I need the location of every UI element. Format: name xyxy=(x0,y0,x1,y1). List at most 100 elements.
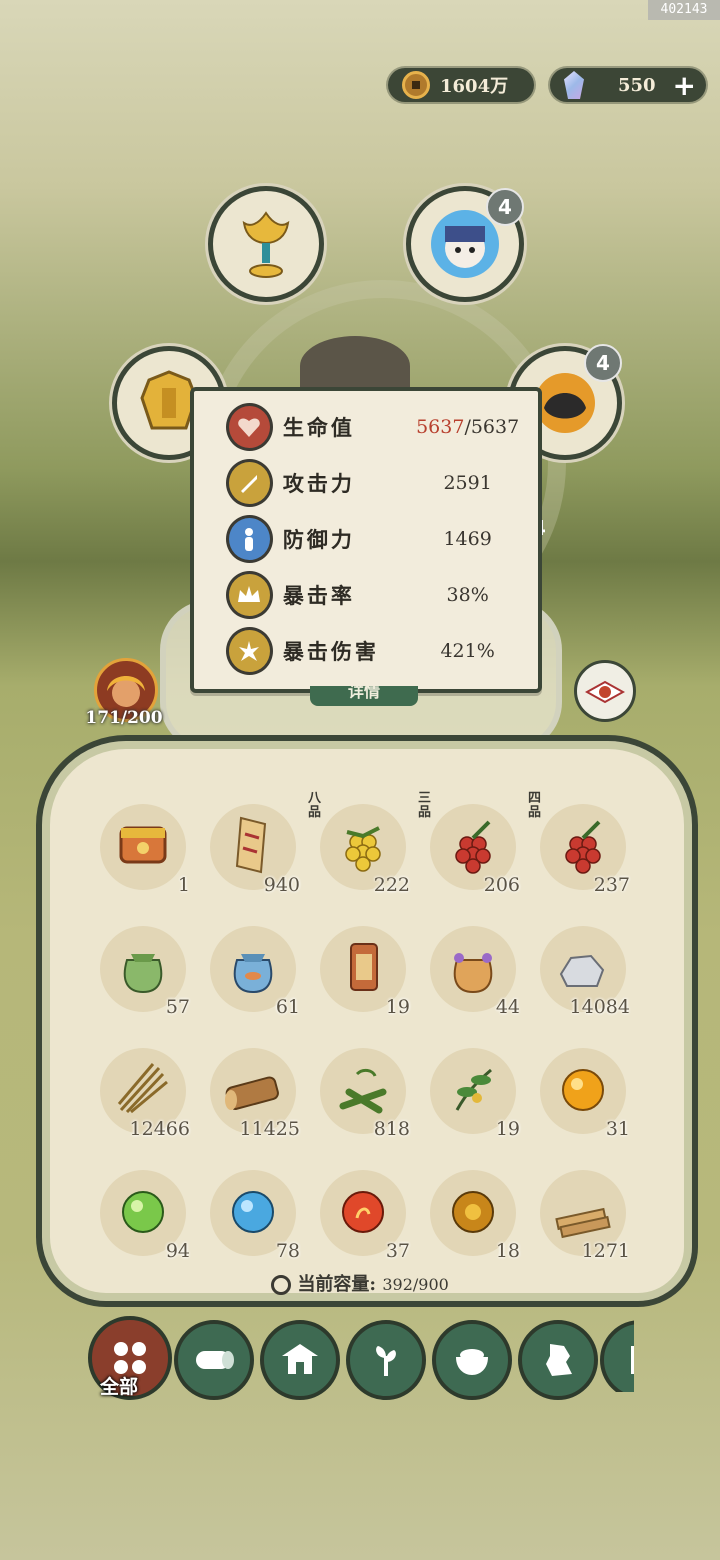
inventory-item-orange-pouch[interactable]: 44 xyxy=(420,920,528,1020)
scroll-icon xyxy=(235,816,267,874)
item-count: 19 xyxy=(385,996,410,1018)
stat-row-crit-rate: 暴击率 38% xyxy=(226,571,526,619)
inventory-item-red-berries[interactable]: 三品 206 xyxy=(418,792,528,898)
stat-row-hp: 生命值 5637/5637 xyxy=(226,403,526,451)
tab-herb[interactable] xyxy=(346,1320,426,1400)
build-tag: 402143 xyxy=(648,0,720,20)
inventory-item-talisman-tag[interactable]: 19 xyxy=(310,920,418,1020)
gem-amount: 550 xyxy=(618,74,656,96)
inventory-item-wood-planks[interactable]: 1271 xyxy=(530,1164,638,1264)
stat-value: 38% xyxy=(446,584,489,606)
inventory-item-herb[interactable]: 19 xyxy=(420,1042,528,1142)
add-gems-button[interactable]: + xyxy=(673,69,696,102)
capacity-label: 当前容量: xyxy=(297,1274,377,1295)
item-count: 78 xyxy=(275,1240,300,1262)
inventory-item-red-orb[interactable]: 37 xyxy=(310,1164,418,1264)
inventory-item-green-pouch[interactable]: 57 xyxy=(90,920,198,1020)
item-grade: 三品 xyxy=(418,791,432,820)
gold-orb-icon xyxy=(562,1069,604,1111)
wood-log-icon xyxy=(225,1076,279,1110)
inventory-item-treasure-chest[interactable]: 1 xyxy=(90,798,198,898)
coin-amount: 1604万 xyxy=(440,76,509,97)
tab-wood[interactable] xyxy=(174,1320,254,1400)
item-count: 44 xyxy=(495,996,520,1018)
item-count: 19 xyxy=(495,1118,520,1140)
stamina-counter: 171/200 xyxy=(85,708,163,728)
inventory-item-wood-log[interactable]: 11425 xyxy=(200,1042,308,1142)
person-icon xyxy=(226,515,273,563)
grid-dots-icon xyxy=(114,1342,146,1374)
inventory-item-straw[interactable]: 12466 xyxy=(90,1042,198,1142)
tab-all-label: 全部 xyxy=(100,1376,139,1398)
tab-material[interactable] xyxy=(518,1320,598,1400)
red-orb-icon xyxy=(342,1191,384,1233)
inventory-item-blue-fish-pouch[interactable]: 61 xyxy=(200,920,308,1020)
green-pouch-icon xyxy=(123,954,163,994)
green-orb-icon xyxy=(122,1191,164,1233)
stat-row-attack: 攻击力 2591 xyxy=(226,459,526,507)
stat-label: 暴击率 xyxy=(282,583,355,608)
red-berries-icon xyxy=(565,820,601,874)
item-count: 12466 xyxy=(129,1118,190,1140)
log-icon xyxy=(196,1351,234,1369)
tab-building[interactable] xyxy=(260,1320,340,1400)
stat-value: 2591 xyxy=(443,472,492,494)
bamboo-icon xyxy=(339,1068,387,1114)
stat-value: 1469 xyxy=(443,528,492,550)
tab-food[interactable] xyxy=(432,1320,512,1400)
item-count: 940 xyxy=(263,874,300,896)
amber-orb-icon xyxy=(452,1191,494,1233)
item-count: 818 xyxy=(373,1118,410,1140)
inventory-item-bamboo[interactable]: 818 xyxy=(310,1042,418,1142)
lotus-cup-icon xyxy=(242,211,290,278)
coin-icon xyxy=(402,71,430,99)
lotus-cup-slot[interactable] xyxy=(208,186,324,302)
item-grade: 八品 xyxy=(308,791,322,820)
inventory-item-stone[interactable]: 14084 xyxy=(530,920,638,1020)
inventory-item-golden-berries[interactable]: 八品 222 xyxy=(308,792,418,898)
stone-icon xyxy=(559,954,605,987)
item-count: 14084 xyxy=(569,996,630,1018)
scroll-icon xyxy=(631,1346,634,1374)
golden-berries-icon xyxy=(345,826,381,872)
blue-orb-icon xyxy=(232,1191,274,1233)
inventory-item-green-orb[interactable]: 94 xyxy=(90,1164,198,1264)
item-grade: 四品 xyxy=(528,791,542,820)
inventory-item-gold-orb[interactable]: 31 xyxy=(530,1042,638,1142)
stat-label: 防御力 xyxy=(282,527,355,552)
gem-icon xyxy=(564,71,584,99)
pet-level-badge: 4 xyxy=(584,344,622,382)
tab-all[interactable]: 全部 xyxy=(88,1316,172,1400)
item-count: 11425 xyxy=(239,1118,300,1140)
house-icon xyxy=(282,1344,318,1374)
orange-pouch-icon xyxy=(453,953,493,994)
stats-panel: 生命值 5637/5637 攻击力 2591 防御力 1469 暴击率 38% … xyxy=(190,387,542,693)
coin-counter[interactable]: 1604万 xyxy=(388,68,534,102)
item-count: 237 xyxy=(593,874,630,896)
item-count: 1 xyxy=(177,874,190,896)
item-count: 61 xyxy=(275,996,300,1018)
inventory-item-blue-orb[interactable]: 78 xyxy=(200,1164,308,1264)
item-count: 1271 xyxy=(581,1240,630,1262)
item-count: 206 xyxy=(483,874,520,896)
wood-planks-icon xyxy=(555,1207,611,1239)
straw-icon xyxy=(117,1063,168,1114)
talisman-tag-icon xyxy=(350,943,378,991)
sword-icon xyxy=(226,459,273,507)
crown-icon xyxy=(226,571,273,619)
burst-icon xyxy=(226,627,273,675)
item-count: 94 xyxy=(165,1240,190,1262)
dish-icon xyxy=(585,680,625,704)
ore-icon xyxy=(546,1344,572,1376)
tab-scroll-clip xyxy=(600,1320,634,1392)
gem-counter[interactable]: 550 + xyxy=(550,68,706,102)
inventory-item-amber-orb[interactable]: 18 xyxy=(420,1164,528,1264)
inventory-item-red-berries[interactable]: 四品 237 xyxy=(528,792,638,898)
dish-button[interactable] xyxy=(574,660,636,722)
treasure-chest-icon xyxy=(119,826,167,864)
inventory-item-scroll[interactable]: 940 xyxy=(200,798,308,898)
tab-scroll[interactable] xyxy=(600,1320,634,1392)
item-count: 57 xyxy=(165,996,190,1018)
detail-button[interactable]: 详情 xyxy=(310,686,418,706)
stat-label: 暴击伤害 xyxy=(282,639,379,664)
